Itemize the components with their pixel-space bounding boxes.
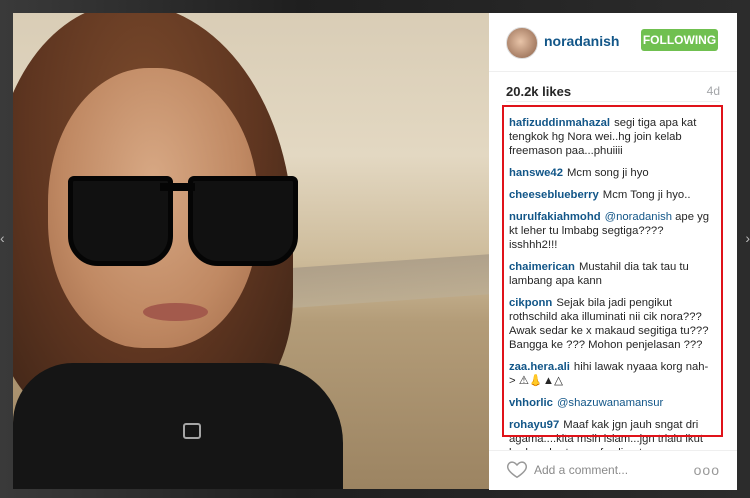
comment-username[interactable]: vhhorlic [509, 397, 553, 409]
comment-item: cikponn Sejak bila jadi pengikut rothschi… [509, 296, 710, 352]
sunglasses-right-lens [188, 176, 298, 266]
more-options-icon[interactable]: ooo [694, 462, 720, 478]
comment-footer: ooo [489, 450, 737, 490]
comment-username[interactable]: cikponn [509, 297, 552, 309]
comment-item: hafizuddinmahazal segi tiga apa kat tengk… [509, 116, 710, 158]
comment-item: hanswe42 Mcm song ji hyo [509, 166, 710, 180]
comment-text: Mcm song ji hyo [567, 167, 649, 179]
photo-lips [143, 303, 208, 321]
comment-item: vhhorlic @shazuwanamansur [509, 396, 710, 410]
post-age[interactable]: 4d [707, 84, 720, 98]
likes-count[interactable]: 20.2k likes [506, 84, 571, 99]
post-username[interactable]: noradanish [544, 33, 619, 49]
avatar[interactable] [506, 27, 538, 59]
post-side-panel: noradanish FOLLOWING 20.2k likes 4d hafi… [489, 13, 737, 490]
triangle-pendant [183, 423, 201, 439]
comment-username[interactable]: chaimerican [509, 261, 575, 273]
post-header: noradanish FOLLOWING [489, 13, 737, 72]
following-button[interactable]: FOLLOWING [641, 29, 718, 51]
add-comment-input[interactable] [534, 461, 684, 479]
comment-item: chaimerican Mustahil dia tak tau tu lamba… [509, 260, 710, 288]
next-post-arrow-icon[interactable]: › [742, 230, 750, 250]
comment-username[interactable]: cheeseblueberry [509, 189, 599, 201]
previous-post-arrow-icon[interactable]: ‹ [0, 230, 8, 250]
comment-mention[interactable]: @shazuwanamansur [557, 397, 663, 409]
heart-icon[interactable] [506, 458, 528, 480]
comment-username[interactable]: nurulfakiahmohd [509, 211, 601, 223]
photo-shirt [13, 363, 343, 489]
divider [506, 101, 720, 102]
comment-username[interactable]: hanswe42 [509, 167, 563, 179]
comment-item: cheeseblueberry Mcm Tong ji hyo.. [509, 188, 710, 202]
sunglasses-left-lens [68, 176, 173, 266]
comment-item: nurulfakiahmohd @noradanish ape yg kt leh… [509, 210, 710, 252]
comment-text: Mcm Tong ji hyo.. [602, 189, 691, 201]
comment-mention[interactable]: @noradanish [605, 211, 672, 223]
comment-list: hafizuddinmahazal segi tiga apa kat tengk… [509, 116, 710, 496]
comment-username[interactable]: zaa.hera.ali [509, 361, 570, 373]
photo-face [48, 68, 298, 348]
comment-item: zaa.hera.ali hihi lawak nyaaa korg nah-> … [509, 360, 710, 388]
post-photo [13, 13, 489, 489]
sunglasses-bridge [160, 183, 195, 191]
comment-username[interactable]: rohayu97 [509, 419, 559, 431]
comment-username[interactable]: hafizuddinmahazal [509, 117, 610, 129]
